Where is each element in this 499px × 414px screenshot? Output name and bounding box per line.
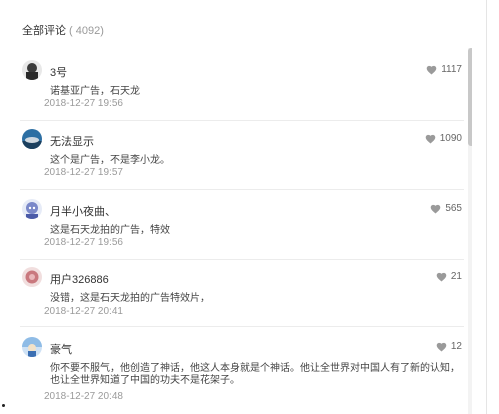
comment-username[interactable]: 月半小夜曲、 (50, 203, 116, 219)
comments-count: ( 4092) (69, 25, 104, 37)
comment-item: 用户326886 21 没错，这是石天龙拍的广告特效片， 2018-12-27 … (20, 267, 464, 327)
comment-item: 豪气 12 你不要不服气，他创造了神话，他这人本身就是个神话。他让全世界对中国人… (20, 337, 464, 402)
divider (20, 259, 464, 260)
divider (20, 189, 464, 190)
comment-time: 2018-12-27 19:56 (44, 98, 123, 109)
like-button[interactable]: 1117 (426, 64, 462, 75)
comment-content: 这个是广告，不是李小龙。 (50, 155, 170, 166)
like-count: 565 (445, 203, 462, 214)
avatar[interactable] (22, 60, 42, 80)
comment-content: 这是石天龙拍的广告，特效 (50, 225, 170, 236)
comment-content: 诺基亚广告，石天龙 (50, 86, 140, 97)
like-count: 1090 (439, 133, 462, 144)
like-count: 12 (450, 341, 462, 352)
comments-panel: 全部评论( 4092) 3号 1117 诺基亚广告，石天龙 2018-12-27… (10, 8, 472, 414)
comment-username[interactable]: 3号 (50, 64, 67, 80)
heart-icon (426, 65, 437, 75)
edge-divider (486, 0, 487, 414)
comment-time: 2018-12-27 20:41 (44, 306, 123, 317)
comments-title: 全部评论 (22, 25, 66, 37)
heart-icon (431, 204, 441, 214)
bullet-dot (2, 404, 5, 407)
avatar[interactable] (22, 267, 42, 287)
comment-item: 无法显示 1090 这个是广告，不是李小龙。 2018-12-27 19:57 (20, 129, 464, 189)
avatar[interactable] (22, 337, 42, 357)
comment-time: 2018-12-27 20:48 (44, 391, 123, 402)
divider (20, 326, 464, 327)
comments-header: 全部评论( 4092) (22, 22, 104, 38)
comment-username[interactable]: 豪气 (50, 341, 72, 357)
avatar[interactable] (22, 129, 42, 149)
like-count: 1117 (441, 64, 462, 75)
comment-content: 没错，这是石天龙拍的广告特效片， (50, 293, 210, 304)
comment-item: 月半小夜曲、 565 这是石天龙拍的广告，特效 2018-12-27 19:56 (20, 199, 464, 259)
like-button[interactable]: 565 (430, 203, 462, 214)
like-button[interactable]: 12 (436, 341, 462, 352)
scrollbar-thumb[interactable] (468, 48, 472, 146)
comment-time: 2018-12-27 19:57 (44, 167, 123, 178)
avatar[interactable] (22, 199, 42, 219)
comment-content: 你不要不服气，他创造了神话，他这人本身就是个神话。他让全世界对中国人有了新的认知… (50, 363, 460, 386)
heart-icon (436, 272, 447, 282)
like-count: 21 (450, 271, 462, 282)
like-button[interactable]: 21 (436, 271, 462, 282)
comment-username[interactable]: 用户326886 (50, 271, 109, 287)
comment-username[interactable]: 无法显示 (50, 133, 94, 149)
heart-icon (436, 342, 447, 352)
like-button[interactable]: 1090 (425, 133, 462, 144)
comment-item: 3号 1117 诺基亚广告，石天龙 2018-12-27 19:56 (20, 60, 464, 120)
comment-time: 2018-12-27 19:56 (44, 237, 123, 248)
heart-icon (425, 134, 436, 144)
divider (20, 120, 464, 121)
